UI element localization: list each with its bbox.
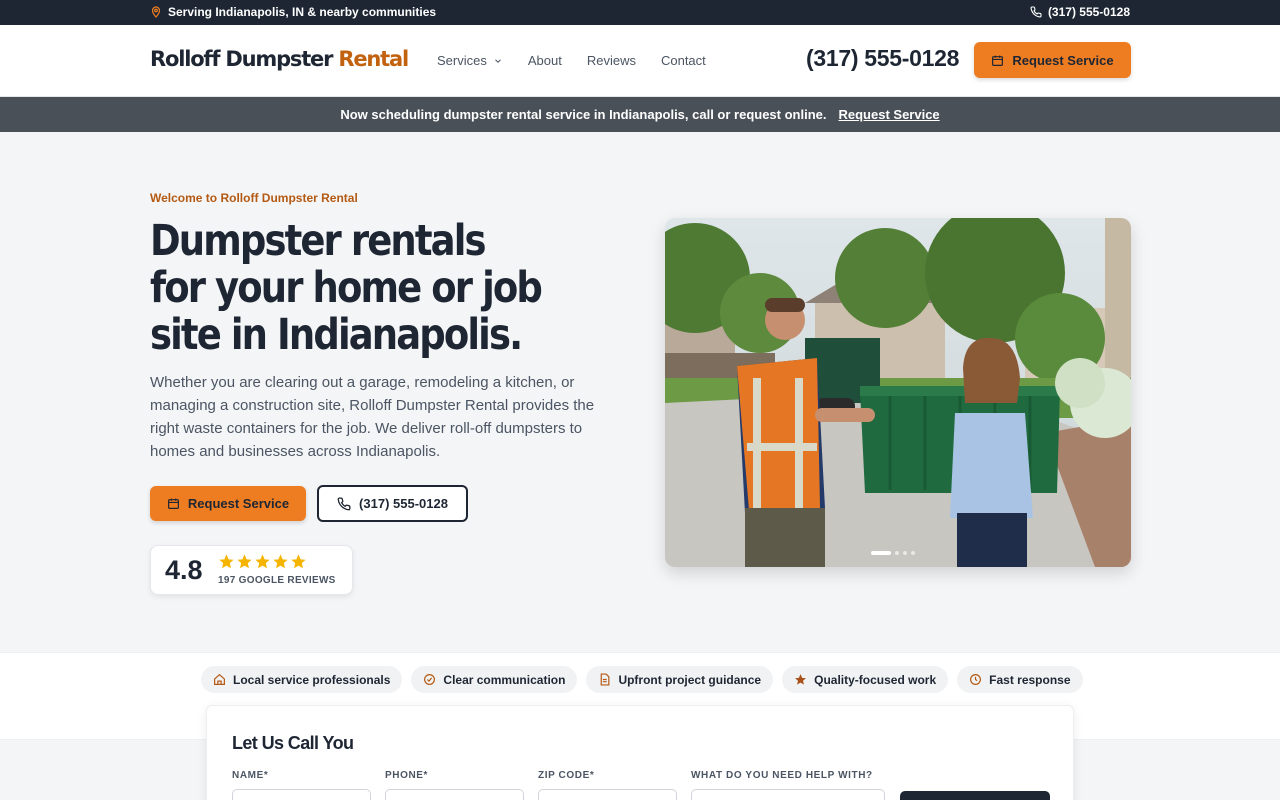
feature-label: Quality-focused work xyxy=(814,672,937,687)
nav-item-label: Services xyxy=(437,53,487,68)
feature-label: Upfront project guidance xyxy=(618,672,762,687)
help-label: WHAT DO YOU NEED HELP WITH? xyxy=(691,770,873,781)
chevron-down-icon xyxy=(494,58,501,63)
rating-stars xyxy=(218,553,307,570)
topbar-phone-text: (317) 555-0128 xyxy=(1047,5,1130,19)
nav-item-reviews[interactable]: Reviews xyxy=(587,53,636,68)
feature-pill: Upfront project guidance xyxy=(586,666,774,693)
site-header: Rolloff Dumpster Rental Services About R… xyxy=(0,25,1280,97)
star-icon xyxy=(255,554,270,569)
check-circle-icon xyxy=(424,674,436,685)
nav-item-contact[interactable]: Contact xyxy=(661,53,706,68)
document-icon xyxy=(601,673,610,686)
carousel-dot[interactable] xyxy=(871,551,891,555)
nav-item-label: Reviews xyxy=(586,53,636,68)
phone-input[interactable] xyxy=(385,789,524,800)
name-label: NAME* xyxy=(232,770,269,781)
hero-title-line: Dumpster rentals xyxy=(150,216,486,266)
star-icon xyxy=(237,554,252,569)
feature-label: Fast response xyxy=(989,672,1071,687)
button-label: Request Service xyxy=(187,496,290,511)
button-label: Request Service xyxy=(1012,52,1114,68)
hero-title: Dumpster rentals for your home or job si… xyxy=(150,216,543,360)
help-select[interactable] xyxy=(691,789,885,800)
hero-title-line: site in Indianapolis. xyxy=(150,310,523,360)
zip-input[interactable] xyxy=(538,789,677,800)
star-icon xyxy=(795,674,807,685)
main-nav: Services About Reviews Contact xyxy=(437,53,706,68)
nav-item-label: About xyxy=(527,53,562,68)
location-pin-icon xyxy=(151,6,161,18)
announcement-bar: Now scheduling dumpster rental service i… xyxy=(0,97,1280,132)
feature-pill: Local service professionals xyxy=(201,666,403,693)
form-submit-button[interactable] xyxy=(900,791,1050,800)
name-input[interactable] xyxy=(232,789,371,800)
logo-accent-text: Rental xyxy=(338,47,409,71)
carousel-dots xyxy=(871,551,915,555)
star-icon xyxy=(219,554,234,569)
hero-eyebrow: Welcome to Rolloff Dumpster Rental xyxy=(150,191,358,205)
feature-pill: Quality-focused work xyxy=(782,666,949,693)
phone-label: PHONE* xyxy=(385,770,429,781)
feature-pills: Local service professionals Clear commun… xyxy=(201,666,1083,693)
carousel-dot[interactable] xyxy=(911,551,915,555)
form-title: Let Us Call You xyxy=(232,733,354,753)
announcement-request-link[interactable]: Request Service xyxy=(839,107,940,122)
rating-score: 4.8 xyxy=(165,555,203,585)
hero-request-service-button[interactable]: Request Service xyxy=(150,486,306,521)
nav-item-label: Contact xyxy=(660,53,706,68)
star-icon xyxy=(291,554,306,569)
phone-icon xyxy=(337,497,351,510)
site-logo[interactable]: Rolloff Dumpster Rental xyxy=(150,47,409,71)
callback-form: Let Us Call You NAME* PHONE* ZIP CODE* W… xyxy=(206,705,1074,800)
calendar-icon xyxy=(167,498,179,509)
nav-item-about[interactable]: About xyxy=(528,53,562,68)
feature-pill: Fast response xyxy=(957,666,1083,693)
calendar-icon xyxy=(992,55,1004,66)
topbar-phone-link[interactable]: (317) 555-0128 xyxy=(1030,5,1130,19)
service-area: Serving Indianapolis, IN & nearby commun… xyxy=(150,5,436,19)
service-area-text: Serving Indianapolis, IN & nearby commun… xyxy=(168,5,437,19)
carousel-dot[interactable] xyxy=(895,551,899,555)
top-bar: Serving Indianapolis, IN & nearby commun… xyxy=(0,0,1280,25)
star-icon xyxy=(273,554,288,569)
announcement-text: Now scheduling dumpster rental service i… xyxy=(340,107,827,122)
hero-image xyxy=(665,218,1131,567)
google-rating-card[interactable]: 4.8 197 GOOGLE REVIEWS xyxy=(150,545,353,595)
nav-item-services[interactable]: Services xyxy=(437,53,503,68)
phone-icon xyxy=(1030,6,1042,18)
carousel-dot[interactable] xyxy=(903,551,907,555)
header-request-service-button[interactable]: Request Service xyxy=(974,42,1131,78)
logo-main-text: Rolloff Dumpster xyxy=(150,47,333,71)
feature-label: Clear communication xyxy=(443,672,566,687)
hero-call-button[interactable]: (317) 555-0128 xyxy=(317,485,468,522)
feature-label: Local service professionals xyxy=(233,672,391,687)
clock-icon xyxy=(970,674,982,685)
rating-count: 197 GOOGLE REVIEWS xyxy=(218,575,336,586)
feature-pill: Clear communication xyxy=(411,666,578,693)
home-icon xyxy=(214,673,225,685)
hero-photo xyxy=(665,218,1131,567)
zip-label: ZIP CODE* xyxy=(538,770,595,781)
hero-title-line: for your home or job xyxy=(150,263,543,313)
button-label: (317) 555-0128 xyxy=(359,496,448,511)
header-phone-link[interactable]: (317) 555-0128 xyxy=(806,45,959,72)
hero-description: Whether you are clearing out a garage, r… xyxy=(150,374,595,460)
